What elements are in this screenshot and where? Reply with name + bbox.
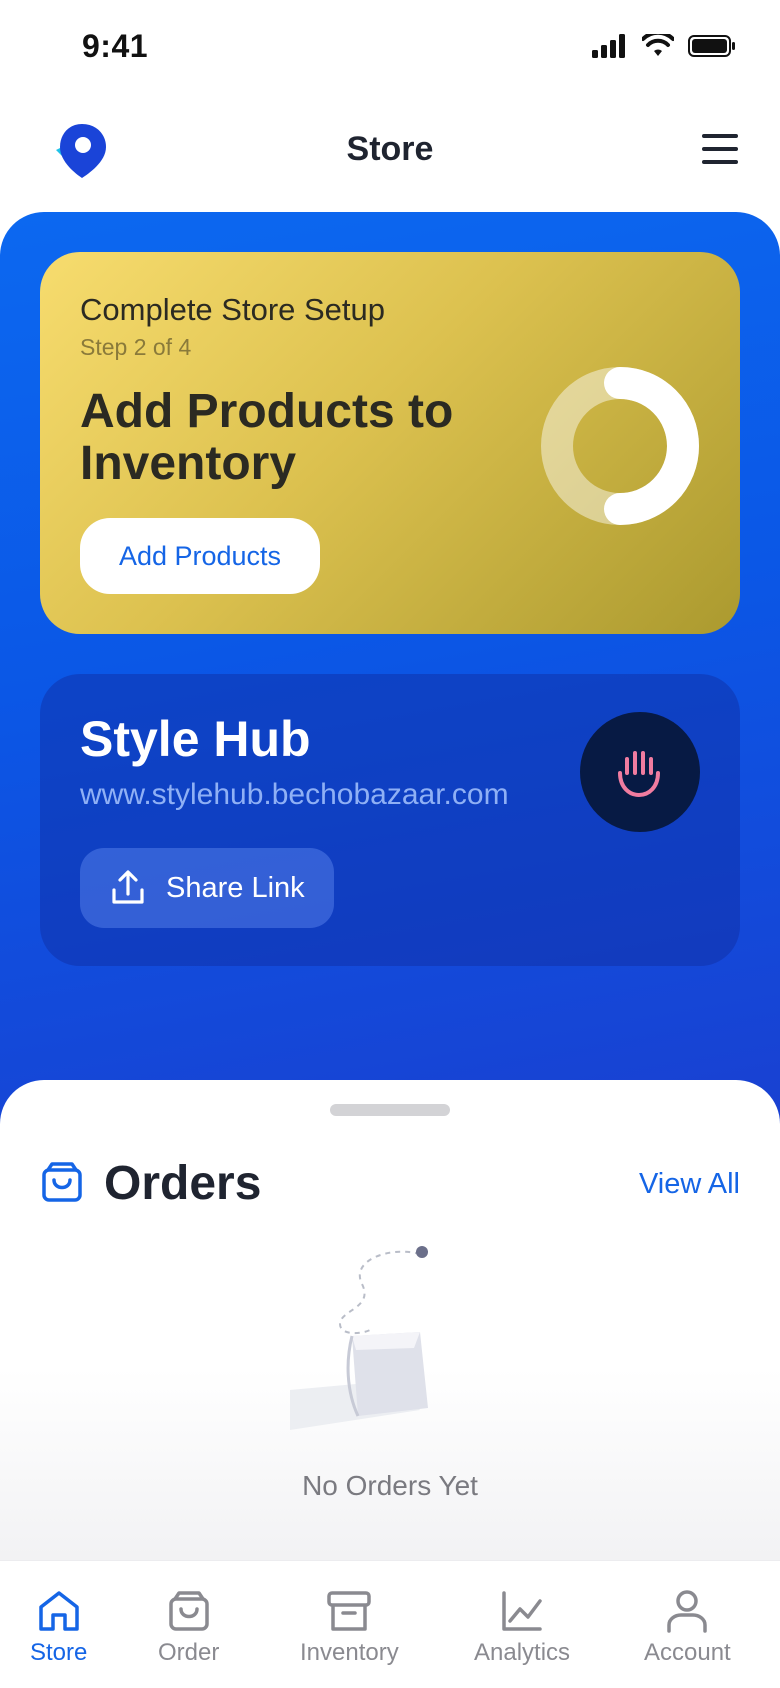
hand-icon[interactable]	[580, 712, 700, 832]
bottom-tab-bar: Store Order Inventory Analytics Account	[0, 1560, 780, 1688]
orders-title: Orders	[104, 1157, 262, 1210]
page-title: Store	[346, 130, 434, 168]
setup-title: Add Products to Inventory	[80, 385, 454, 490]
archive-box-icon	[327, 1591, 372, 1631]
share-upload-icon	[112, 870, 144, 904]
tab-analytics[interactable]: Analytics	[474, 1587, 570, 1667]
view-all-link[interactable]: View All	[639, 1168, 740, 1201]
store-info-card: Style Hub www.stylehub.bechobazaar.com S…	[40, 674, 740, 966]
tab-account[interactable]: Account	[644, 1587, 731, 1667]
tab-label: Account	[644, 1639, 731, 1666]
store-name: Style Hub	[80, 711, 311, 767]
empty-bag-illustration	[290, 1246, 428, 1430]
user-icon	[667, 1590, 708, 1633]
store-url[interactable]: www.stylehub.bechobazaar.com	[80, 778, 509, 812]
wifi-icon	[642, 34, 674, 56]
battery-icon	[688, 35, 735, 57]
tab-label: Store	[30, 1639, 88, 1666]
status-bar: 9:41	[0, 0, 780, 94]
empty-orders-text: No Orders Yet	[302, 1470, 478, 1501]
shopping-bag-icon	[168, 1591, 209, 1631]
cellular-signal-icon	[592, 34, 625, 58]
home-icon	[38, 1591, 79, 1631]
setup-progress-ring	[541, 367, 699, 525]
hero-panel: Complete Store Setup Step 2 of 4 Add Pro…	[0, 212, 780, 1152]
setup-step: Step 2 of 4	[80, 334, 192, 360]
status-icons	[592, 34, 736, 58]
tab-label: Analytics	[474, 1639, 571, 1666]
status-time: 9:41	[82, 28, 149, 64]
tab-store[interactable]: Store	[30, 1587, 87, 1667]
tab-label: Inventory	[300, 1639, 399, 1666]
orders-sheet: Orders View All No Orders Yet	[0, 1080, 780, 1560]
store-setup-card: Complete Store Setup Step 2 of 4 Add Pro…	[40, 252, 740, 634]
sheet-drag-handle[interactable]	[330, 1104, 450, 1116]
share-link-button[interactable]: Share Link	[80, 848, 334, 928]
app-header: Store	[0, 110, 780, 190]
tab-inventory[interactable]: Inventory	[300, 1587, 399, 1667]
hamburger-menu-icon[interactable]	[702, 134, 738, 164]
setup-kicker: Complete Store Setup	[80, 292, 386, 327]
shopping-bag-icon	[42, 1162, 82, 1202]
tab-order[interactable]: Order	[158, 1587, 219, 1667]
share-link-label: Share Link	[166, 871, 305, 904]
chart-line-icon	[502, 1591, 542, 1631]
add-products-button[interactable]: Add Products	[80, 518, 320, 594]
tab-label: Order	[158, 1639, 220, 1666]
